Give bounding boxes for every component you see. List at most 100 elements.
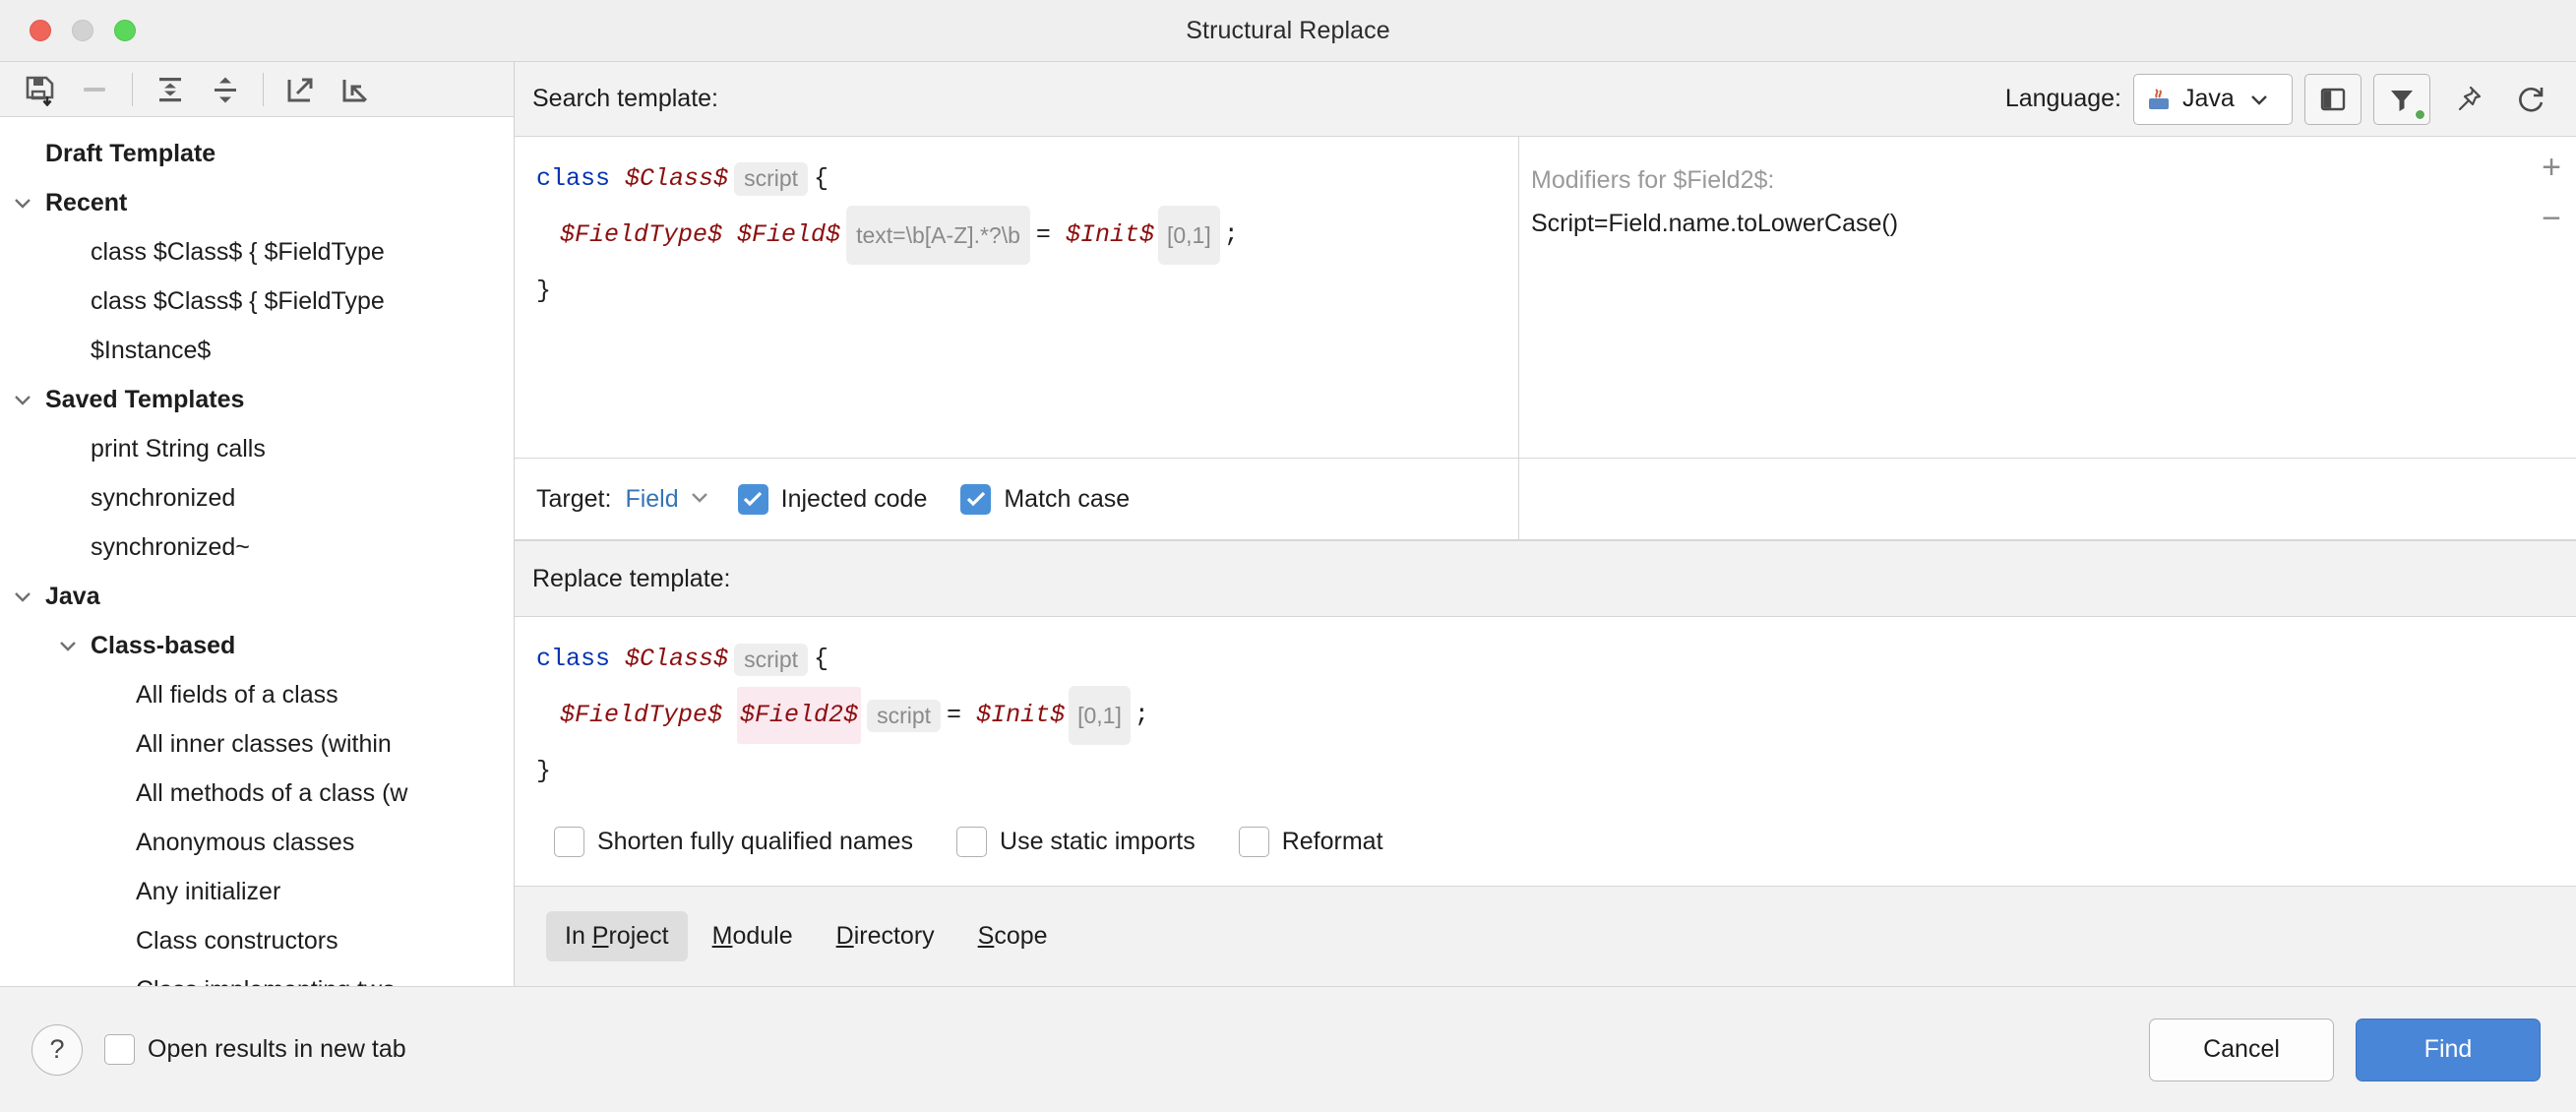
remove-modifier-button[interactable]: − [2535, 202, 2568, 235]
tree-item[interactable]: print String calls [0, 424, 514, 473]
collapse-all-icon[interactable] [198, 66, 253, 113]
open-new-tab-label: Open results in new tab [148, 1035, 406, 1063]
replace-template-editor[interactable]: class $Class$ script{ $FieldType$ $Field2… [515, 617, 2576, 799]
replace-code-line-1: class $Class$ script{ [515, 633, 2576, 686]
expand-all-icon[interactable] [143, 66, 198, 113]
var-field-search: $Field$ [737, 220, 841, 249]
modifiers-panel: Modifiers for $Field2$: Script=Field.nam… [1518, 137, 2576, 459]
search-template-editor[interactable]: class $Class$ script{ $FieldType$ $Field$… [515, 137, 1518, 459]
export-icon[interactable] [274, 66, 329, 113]
count-badge-replace[interactable]: [0,1] [1069, 686, 1131, 746]
find-button[interactable]: Find [2356, 1018, 2541, 1081]
injected-code-checkbox[interactable] [737, 483, 768, 515]
tree-item[interactable]: class $Class$ { $FieldType [0, 227, 514, 277]
regex-badge-search[interactable]: text=\b[A-Z].*?\b [846, 206, 1030, 265]
tree-item[interactable]: All fields of a class [0, 670, 514, 719]
help-button[interactable]: ? [31, 1023, 83, 1076]
add-modifier-button[interactable]: + [2535, 151, 2568, 184]
brace-close-search: } [536, 277, 552, 305]
java-icon [2149, 88, 2169, 109]
replace-code-line-3: } [515, 745, 2576, 798]
template-tree[interactable]: Draft Template Recent class $Class$ { $Fie… [0, 117, 514, 986]
reformat-checkbox[interactable] [1238, 827, 1269, 858]
toggle-modifiers-panel-button[interactable] [2304, 73, 2361, 125]
script-badge-replace-1[interactable]: script [734, 643, 809, 677]
save-template-icon[interactable] [12, 66, 67, 113]
injected-code-checkbox-wrap[interactable]: Injected code [737, 483, 927, 515]
open-new-tab-checkbox-wrap[interactable]: Open results in new tab [104, 1034, 406, 1065]
eq-replace: = [947, 701, 962, 730]
tree-item-label: class $Class$ { $FieldType [91, 286, 385, 315]
scope-tab-module[interactable]: Module [694, 911, 812, 961]
tree-item[interactable]: All inner classes (within [0, 719, 514, 769]
reset-button[interactable] [2505, 74, 2556, 125]
modifiers-title: Modifiers for $Field2$: [1531, 166, 1775, 194]
tree-item[interactable]: $Instance$ [0, 326, 514, 375]
remove-template-icon[interactable] [67, 66, 122, 113]
tree-item[interactable]: Anonymous classes [0, 818, 514, 867]
tree-item[interactable]: Class constructors [0, 916, 514, 965]
tree-item-label: synchronized~ [91, 532, 250, 561]
chevron-down-icon[interactable] [45, 639, 91, 652]
kw-class-replace: class [536, 645, 611, 674]
tree-item[interactable]: Java [0, 572, 514, 621]
language-combo[interactable]: Java [2133, 73, 2293, 125]
tree-item[interactable]: Draft Template [0, 129, 514, 178]
var-fieldtype-search: $FieldType$ [560, 220, 723, 249]
sidebar-toolbar [0, 62, 514, 117]
brace-close-replace: } [536, 757, 552, 786]
var-class-replace: $Class$ [625, 645, 729, 674]
shorten-names-checkbox-wrap[interactable]: Shorten fully qualified names [554, 827, 913, 858]
chevron-down-icon[interactable] [689, 490, 710, 509]
tree-item[interactable]: synchronized [0, 473, 514, 523]
cancel-button[interactable]: Cancel [2149, 1018, 2334, 1081]
split-panel-icon [2320, 88, 2346, 110]
tree-item-label: class $Class$ { $FieldType [91, 237, 385, 266]
tree-item-label: Class constructors [136, 926, 338, 955]
reformat-checkbox-wrap[interactable]: Reformat [1238, 827, 1383, 858]
static-imports-checkbox-wrap[interactable]: Use static imports [956, 827, 1196, 858]
count-badge-search[interactable]: [0,1] [1157, 206, 1220, 265]
tree-item-label: Recent [45, 188, 128, 216]
modifiers-script-line: Script=Field.name.toLowerCase() [1531, 210, 1899, 237]
tree-item-label: Java [45, 582, 100, 610]
tree-item[interactable]: Class-based [0, 621, 514, 670]
filter-button[interactable] [2373, 73, 2430, 125]
shorten-names-checkbox[interactable] [554, 827, 584, 858]
target-row-wrap: Target: Field Injected code Match case [515, 459, 2576, 541]
scope-tab-directory[interactable]: Directory [818, 911, 953, 961]
tree-item[interactable]: synchronized~ [0, 523, 514, 572]
pin-icon [2458, 86, 2482, 110]
var-fieldtype-replace: $FieldType$ [560, 701, 723, 730]
import-icon[interactable] [329, 66, 384, 113]
script-badge-replace-2[interactable]: script [867, 699, 942, 733]
search-code-line-3: } [515, 265, 1518, 318]
tree-item[interactable]: All methods of a class (w [0, 769, 514, 818]
pin-button[interactable] [2442, 74, 2493, 125]
tree-item[interactable]: Recent [0, 178, 514, 227]
chevron-down-icon[interactable] [0, 393, 45, 406]
tree-item[interactable]: Any initializer [0, 867, 514, 916]
tree-item[interactable]: Class implementing two [0, 965, 514, 987]
match-case-checkbox[interactable] [960, 483, 992, 515]
target-value[interactable]: Field [625, 485, 678, 514]
script-badge-search-1[interactable]: script [734, 162, 809, 196]
reformat-label: Reformat [1281, 828, 1383, 856]
scope-tab-in-project[interactable]: In Project [546, 910, 688, 961]
search-template-title: Search template: [532, 85, 718, 112]
open-new-tab-checkbox[interactable] [104, 1034, 135, 1065]
var-class-search: $Class$ [625, 164, 729, 193]
match-case-checkbox-wrap[interactable]: Match case [960, 483, 1130, 515]
reset-icon [2519, 87, 2544, 111]
toolbar-separator-2 [263, 72, 264, 106]
scope-tab-scope[interactable]: Scope [959, 911, 1067, 961]
tree-item[interactable]: class $Class$ { $FieldType [0, 277, 514, 326]
templates-sidebar: Draft Template Recent class $Class$ { $Fie… [0, 62, 515, 986]
chevron-down-icon[interactable] [0, 589, 45, 603]
target-label: Target: [536, 484, 612, 513]
tree-item[interactable]: Saved Templates [0, 375, 514, 424]
tree-item-label: All fields of a class [136, 680, 338, 709]
static-imports-checkbox[interactable] [956, 827, 988, 858]
chevron-down-icon[interactable] [0, 196, 45, 210]
tree-item-label: All methods of a class (w [136, 778, 408, 807]
